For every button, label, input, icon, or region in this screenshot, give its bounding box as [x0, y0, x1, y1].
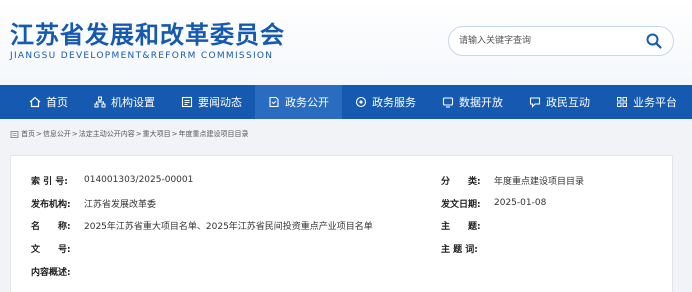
- location-icon: [10, 130, 19, 138]
- category-row: 分 类: 年度重点建设项目目录: [441, 173, 584, 187]
- site-header: 江苏省发展和改革委员会 JIANGSU DEVELOPMENT&REFORM C…: [0, 0, 692, 85]
- subject-row: 主 题:: [441, 218, 494, 232]
- docnum-label: 文 号:: [31, 244, 71, 255]
- news-icon: [181, 96, 193, 108]
- breadcrumb-current[interactable]: 年度重点建设项目目录: [179, 129, 249, 139]
- name-row: 名 称: 2025年江苏省重大项目名单、2025年江苏省民间投资重点产业项目名单: [31, 218, 373, 232]
- service-icon: [355, 96, 367, 108]
- nav-label: 政民互动: [546, 96, 590, 109]
- nav-label: 政务服务: [372, 96, 416, 109]
- site-title[interactable]: 江苏省发展和改革委员会: [10, 15, 285, 50]
- nav-item-news[interactable]: 要闻动态: [168, 85, 255, 119]
- category-label: 分 类:: [441, 176, 481, 187]
- nav-label: 业务平台: [633, 96, 677, 109]
- search-input[interactable]: [459, 33, 639, 49]
- nav-label: 首页: [46, 96, 68, 109]
- nav-item-gov-affairs[interactable]: 政务公开: [255, 85, 342, 119]
- nav-label: 政务公开: [285, 96, 329, 109]
- name-label: 名 称:: [31, 221, 71, 232]
- date-row: 发文日期: 2025-01-08: [441, 196, 546, 210]
- search-icon[interactable]: [645, 32, 663, 50]
- nav-label: 机构设置: [111, 96, 155, 109]
- category-value: 年度重点建设项目目录: [494, 176, 585, 187]
- nav-item-open-data[interactable]: 数据开放: [429, 85, 516, 119]
- date-value: 2025-01-08: [494, 198, 547, 208]
- home-icon: [29, 96, 41, 108]
- data-icon: [442, 97, 454, 108]
- grid-icon: [617, 97, 627, 107]
- breadcrumb-home[interactable]: 首页: [21, 129, 35, 139]
- index-row: 索 引 号: 014001303/2025-00001: [31, 173, 193, 187]
- breadcrumb-info-public[interactable]: 信息公开: [43, 129, 71, 139]
- nav-item-platform[interactable]: 业务平台: [603, 85, 690, 119]
- nav-label: 数据开放: [459, 96, 503, 109]
- summary-row: 内容概述:: [31, 264, 84, 278]
- nav-item-gov-service[interactable]: 政务服务: [342, 85, 429, 119]
- breadcrumb-statutory[interactable]: 法定主动公开内容: [79, 129, 135, 139]
- breadcrumb: 首页 > 信息公开 > 法定主动公开内容 > 重大项目 > 年度重点建设项目目录: [10, 128, 249, 140]
- nav-item-home[interactable]: 首页: [16, 85, 81, 119]
- publisher-label: 发布机构:: [31, 199, 71, 210]
- index-label: 索 引 号:: [31, 176, 68, 187]
- name-value: 2025年江苏省重大项目名单、2025年江苏省民间投资重点产业项目名单: [84, 221, 373, 232]
- publisher-row: 发布机构: 江苏省发展改革委: [31, 196, 156, 210]
- site-subtitle: JIANGSU DEVELOPMENT&REFORM COMMISSION: [10, 51, 274, 61]
- doc-icon: [269, 96, 279, 108]
- publisher-value: 江苏省发展改革委: [84, 199, 157, 210]
- search-box: [448, 26, 674, 56]
- breadcrumb-major-projects[interactable]: 重大项目: [143, 129, 171, 139]
- nav-label: 要闻动态: [198, 96, 242, 109]
- keywords-label: 主 题 词:: [441, 244, 478, 255]
- keywords-row: 主 题 词:: [441, 241, 494, 255]
- subject-label: 主 题:: [441, 221, 481, 232]
- date-label: 发文日期:: [441, 199, 481, 210]
- metadata-panel: 索 引 号: 014001303/2025-00001 分 类: 年度重点建设项…: [10, 155, 673, 292]
- nav-item-org[interactable]: 机构设置: [81, 85, 168, 119]
- index-value: 014001303/2025-00001: [84, 175, 194, 185]
- main-nav: 首页 机构设置 要闻动态 政务公开 政务服务 数据开放 政民互动 业务平台: [0, 85, 692, 119]
- nav-item-interaction[interactable]: 政民互动: [516, 85, 603, 119]
- org-icon: [94, 96, 106, 108]
- chat-icon: [529, 97, 541, 108]
- summary-label: 内容概述:: [31, 267, 71, 278]
- docnum-row: 文 号:: [31, 241, 84, 255]
